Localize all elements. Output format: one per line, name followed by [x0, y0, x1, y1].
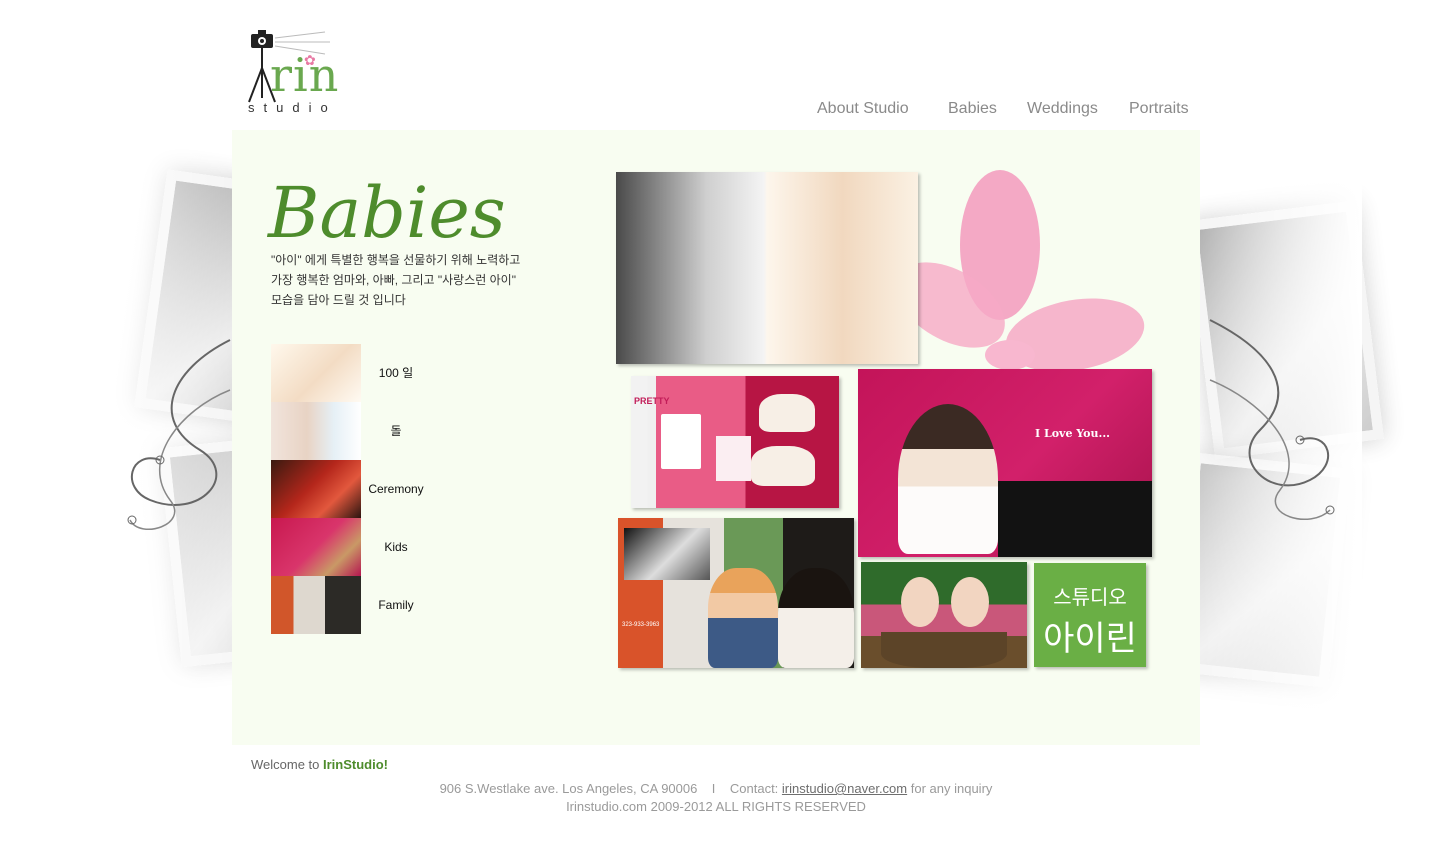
- intro-line: 가장 행복한 엄마와, 아빠, 그리고 "사랑스런 아이": [271, 273, 516, 287]
- nav-portraits[interactable]: Portraits: [1129, 100, 1189, 118]
- category-label[interactable]: Kids: [363, 518, 429, 576]
- category-thumbnail[interactable]: [271, 344, 361, 402]
- category-thumbnail[interactable]: [271, 460, 361, 518]
- inset-bw-photo: [624, 528, 710, 580]
- gift-box: [661, 414, 701, 469]
- logo-subtitle: studio: [248, 100, 337, 115]
- tile-line-1: 스튜디오: [1053, 587, 1127, 609]
- address-line: 906 S.Westlake ave. Los Angeles, CA 9000…: [232, 780, 1200, 798]
- swirl-ornament-icon: [127, 339, 231, 530]
- twins-basket-photo[interactable]: [861, 562, 1027, 668]
- category-thumbnail[interactable]: [271, 402, 361, 460]
- welcome-prefix: Welcome to: [251, 757, 324, 772]
- category-thumbnail[interactable]: [271, 518, 361, 576]
- family-photo[interactable]: 323-933-3963: [618, 518, 854, 668]
- nav-about-studio[interactable]: About Studio: [817, 100, 909, 118]
- category-label[interactable]: Family: [363, 576, 429, 634]
- piano-girl-photo[interactable]: I Love You...: [858, 369, 1152, 557]
- nav-weddings[interactable]: Weddings: [1027, 100, 1098, 118]
- phone-number: 323-933-3963: [622, 622, 660, 628]
- baby-feet-photo[interactable]: [616, 172, 918, 364]
- mother-figure: [778, 568, 854, 668]
- category-kids[interactable]: Kids: [271, 518, 431, 576]
- swirl-ornament-icon: [1209, 319, 1335, 520]
- email-link[interactable]: irinstudio@naver.com: [782, 781, 907, 796]
- gift-box: [716, 436, 751, 481]
- love-text: I Love You...: [1035, 427, 1110, 440]
- tile-line-2: 아이린: [1043, 620, 1137, 658]
- address: 906 S.Westlake ave. Los Angeles, CA 9000…: [439, 781, 698, 796]
- category-label[interactable]: Ceremony: [363, 460, 429, 518]
- category-first-birthday[interactable]: 돌: [271, 402, 431, 460]
- category-ceremony[interactable]: Ceremony: [271, 460, 431, 518]
- page-title: Babies: [268, 172, 506, 254]
- baby-face: [951, 577, 989, 627]
- studio-logo-tile[interactable]: 스튜디오 아이린: [1034, 563, 1146, 667]
- intro-line: 모습을 담아 드릴 것 입니다: [271, 293, 406, 307]
- contact-prefix: Contact:: [729, 781, 779, 796]
- baby-shoe: [751, 446, 815, 486]
- footer-info: 906 S.Westlake ave. Los Angeles, CA 9000…: [232, 780, 1200, 816]
- nav-babies[interactable]: Babies: [948, 100, 997, 118]
- child-figure: [708, 568, 778, 668]
- piano: [998, 481, 1152, 557]
- flower-icon: ✿: [304, 52, 316, 68]
- category-label[interactable]: 돌: [363, 402, 429, 460]
- category-thumbnail[interactable]: [271, 576, 361, 634]
- welcome-message: Welcome to IrinStudio!: [251, 757, 388, 772]
- pretty-label: PRETTY: [634, 396, 670, 406]
- separator: I: [711, 781, 716, 796]
- baby-shoe: [759, 394, 815, 432]
- contact-suffix: for any inquiry: [910, 781, 993, 796]
- category-family[interactable]: Family: [271, 576, 431, 634]
- pink-flower-icon: [905, 170, 1145, 370]
- welcome-brand: IrinStudio!: [323, 757, 389, 772]
- intro-line: "아이" 에게 특별한 행복을 선물하기 위해 노력하고: [271, 253, 521, 267]
- copyright: Irinstudio.com 2009-2012 ALL RIGHTS RESE…: [566, 799, 866, 814]
- girl-figure: [898, 404, 998, 554]
- intro-text: "아이" 에게 특별한 행복을 선물하기 위해 노력하고 가장 행복한 엄마와,…: [271, 250, 561, 310]
- category-100-days[interactable]: 100 일: [271, 344, 431, 402]
- baby-face: [901, 577, 939, 627]
- basket: [881, 632, 1007, 668]
- category-label[interactable]: 100 일: [363, 344, 429, 402]
- gift-shoes-photo[interactable]: PRETTY: [631, 376, 839, 508]
